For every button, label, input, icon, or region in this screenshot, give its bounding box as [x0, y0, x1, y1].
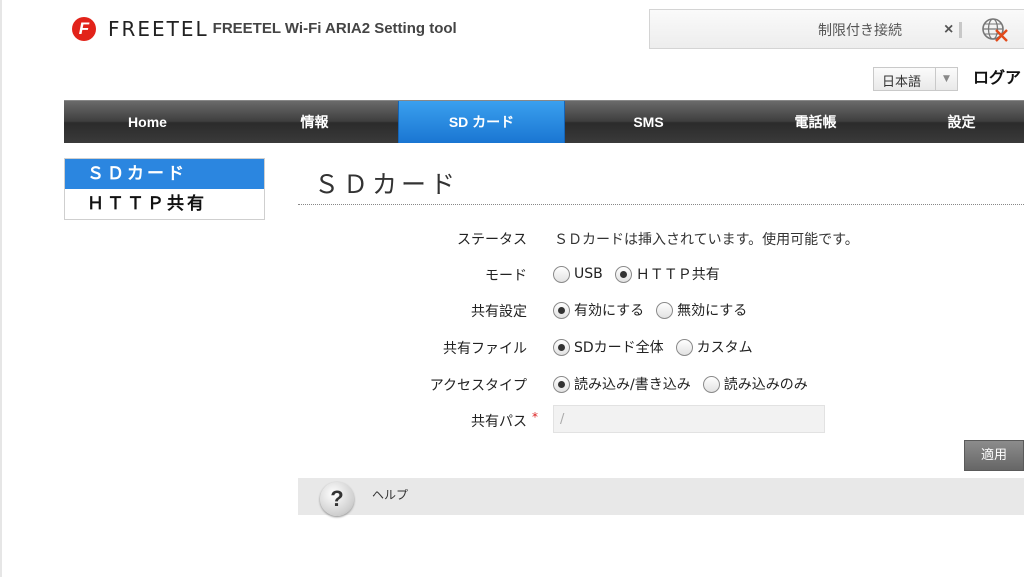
share-enable-label: 有効にする	[574, 303, 645, 319]
brand-name: FREETEL	[108, 17, 209, 41]
share-path-input[interactable]	[553, 405, 825, 433]
share-disable-radio[interactable]	[656, 301, 674, 319]
mode-usb-label: USB	[574, 266, 603, 282]
access-label: アクセスタイプ	[429, 378, 527, 394]
access-readwrite-radio[interactable]	[553, 375, 570, 393]
file-custom-radio[interactable]	[675, 338, 693, 356]
access-readwrite-label: 読み込み/書き込み	[574, 377, 691, 393]
language-select[interactable]: 日本語 ▼	[873, 67, 958, 91]
path-row: 共有パス *	[300, 405, 1024, 433]
access-readonly-radio[interactable]	[702, 375, 720, 393]
mode-option-http[interactable]: ＨＴＴＰ共有	[614, 264, 720, 284]
status-row: ステータス ＳＤカードは挿入されています。使用可能です。	[300, 225, 1024, 251]
mode-http-label: ＨＴＴＰ共有	[635, 267, 720, 283]
file-label: 共有ファイル	[443, 341, 527, 357]
mode-http-radio[interactable]	[614, 265, 632, 283]
nav-phonebook[interactable]: 電話帳	[732, 101, 899, 143]
chevron-down-icon[interactable]: ▼	[935, 68, 957, 90]
main-nav: Home 情報 SD カード SMS 電話帳 設定	[64, 100, 1024, 143]
app-title: FREETEL Wi-Fi ARIA2 Setting tool	[212, 20, 457, 37]
share-option-enable[interactable]: 有効にする	[553, 300, 644, 320]
required-marker: *	[532, 410, 538, 424]
access-option-readwrite[interactable]: 読み込み/書き込み	[553, 374, 691, 394]
share-disable-label: 無効にする	[677, 303, 748, 319]
logout-link[interactable]: ログア	[973, 66, 1021, 90]
status-value: ＳＤカードは挿入されています。使用可能です。	[554, 232, 859, 248]
nav-sms[interactable]: SMS	[565, 101, 732, 143]
status-label: ステータス	[457, 232, 527, 248]
access-row: アクセスタイプ 読み込み/書き込み 読み込みのみ	[300, 371, 1024, 397]
file-custom-label: カスタム	[696, 340, 753, 356]
page-border	[0, 0, 2, 577]
connection-status-text: 制限付き接続	[818, 23, 902, 39]
apply-button[interactable]: 適用	[964, 440, 1024, 471]
share-row: 共有設定 有効にする 無効にする	[300, 297, 1024, 323]
help-bar[interactable]: ? ヘルプ	[298, 478, 1024, 516]
nav-settings[interactable]: 設定	[899, 101, 1024, 143]
help-label[interactable]: ヘルプ	[372, 486, 408, 503]
sidebar: ＳＤカード ＨＴＴＰ共有	[64, 158, 265, 220]
help-question-icon[interactable]: ?	[320, 482, 354, 516]
file-row: 共有ファイル SDカード全体 カスタム	[300, 334, 1024, 360]
nav-home[interactable]: Home	[64, 101, 231, 143]
share-label: 共有設定	[471, 304, 527, 320]
mode-option-usb[interactable]: USB	[553, 265, 603, 283]
access-option-readonly[interactable]: 読み込みのみ	[702, 374, 808, 394]
file-option-custom[interactable]: カスタム	[675, 337, 753, 357]
file-option-all[interactable]: SDカード全体	[553, 337, 664, 357]
brand-logo: F FREETEL FREETEL Wi-Fi ARIA2 Setting to…	[72, 17, 457, 41]
file-all-label: SDカード全体	[574, 340, 664, 356]
disconnect-icon[interactable]: ×	[944, 21, 953, 39]
access-readonly-label: 読み込みのみ	[723, 377, 808, 393]
signal-bar	[959, 22, 962, 38]
freetel-logo-icon: F	[72, 17, 96, 41]
globe-no-connection-icon	[982, 18, 1008, 42]
path-label: 共有パス	[471, 414, 527, 430]
nav-sd-card[interactable]: SD カード	[398, 101, 565, 143]
mode-row: モード USB ＨＴＴＰ共有	[300, 261, 1024, 287]
sidebar-item-sd-card[interactable]: ＳＤカード	[65, 159, 264, 189]
title-divider	[298, 204, 1024, 205]
sidebar-item-http-share[interactable]: ＨＴＴＰ共有	[65, 189, 264, 219]
mode-usb-radio[interactable]	[553, 265, 570, 283]
language-value: 日本語	[882, 75, 922, 90]
share-enable-radio[interactable]	[553, 301, 570, 319]
connection-status-panel: 制限付き接続 ×	[649, 9, 1024, 49]
nav-info[interactable]: 情報	[231, 101, 398, 143]
mode-label: モード	[485, 268, 527, 284]
page-title: ＳＤカード	[314, 170, 460, 199]
file-all-radio[interactable]	[553, 338, 570, 356]
share-option-disable[interactable]: 無効にする	[656, 300, 747, 320]
